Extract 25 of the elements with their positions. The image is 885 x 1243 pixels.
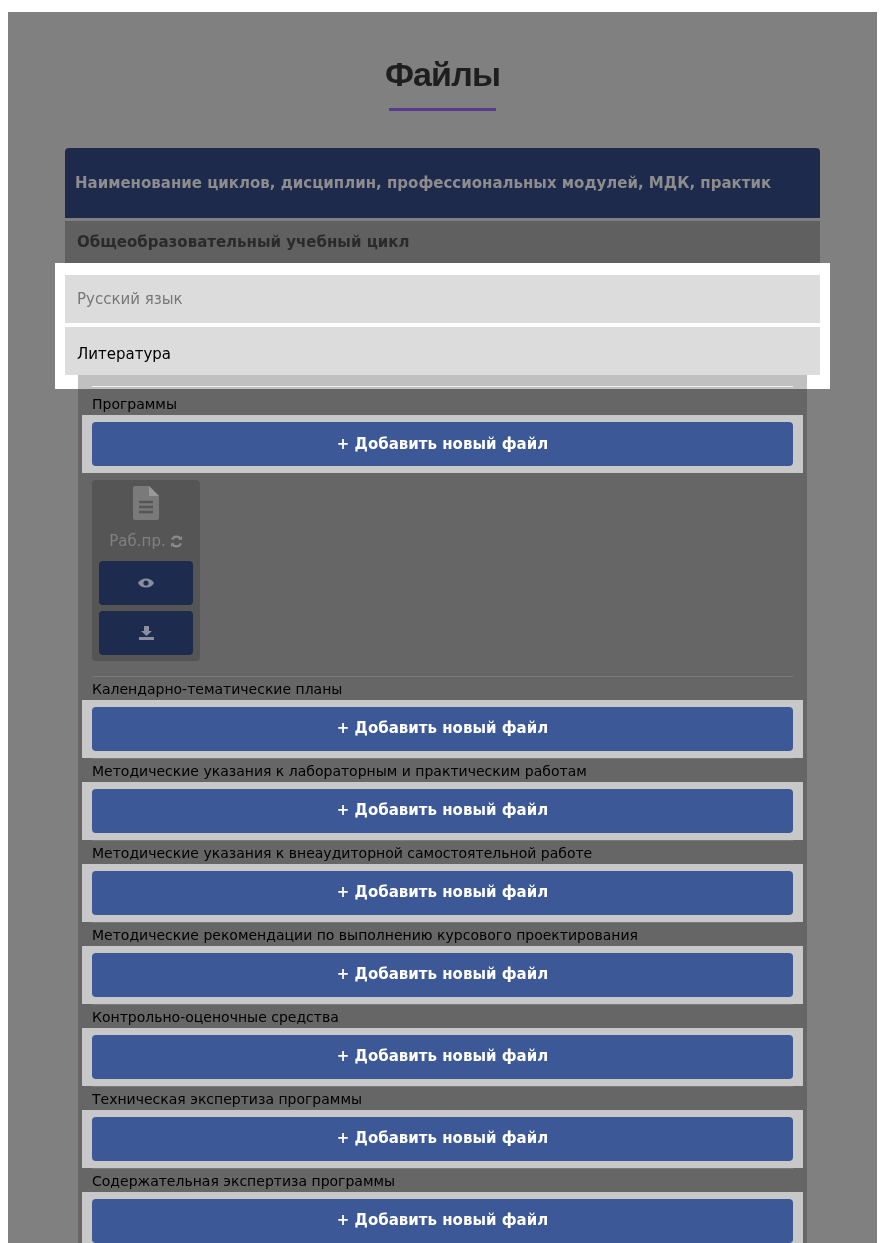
section-title: Календарно-тематические планы bbox=[92, 679, 343, 698]
section-title: Техническая экспертиза программы bbox=[92, 1089, 362, 1108]
section-title: Программы bbox=[92, 395, 177, 413]
discipline-row[interactable]: Литература bbox=[65, 327, 820, 375]
add-file-button[interactable]: + Добавить новый файл bbox=[92, 1198, 793, 1243]
add-file-button[interactable]: + Добавить новый файл bbox=[92, 788, 793, 833]
add-file-button[interactable]: + Добавить новый файл bbox=[92, 422, 793, 466]
add-file-button[interactable]: + Добавить новый файл bbox=[92, 870, 793, 915]
section-title: Содержательная экспертиза программы bbox=[92, 1171, 396, 1190]
download-icon bbox=[138, 625, 154, 640]
page-title: Файлы bbox=[384, 54, 501, 95]
table-header: Наименование циклов, дисциплин, профессиональных модулей, МДК, практик bbox=[65, 148, 820, 218]
add-file-button[interactable]: + Добавить новый файл bbox=[92, 952, 793, 997]
add-file-button[interactable]: + Добавить новый файл bbox=[92, 1034, 793, 1079]
section-title: Методические указания к лабораторным и практическим работам bbox=[92, 761, 587, 780]
section-title: Методические рекомендации по выполнению курсового проектирования bbox=[92, 925, 639, 944]
document-icon bbox=[133, 486, 159, 520]
add-file-button[interactable]: + Добавить новый файл bbox=[92, 706, 793, 751]
refresh-icon[interactable] bbox=[169, 534, 183, 548]
section-title: Контрольно-оценочные средства bbox=[92, 1007, 339, 1026]
eye-icon bbox=[138, 577, 154, 588]
view-button[interactable] bbox=[99, 560, 193, 605]
download-button[interactable] bbox=[99, 610, 193, 655]
add-file-button[interactable]: + Добавить новый файл bbox=[92, 1116, 793, 1161]
section-title: Методические указания к внеаудиторной самостоятельной работе bbox=[92, 843, 593, 862]
